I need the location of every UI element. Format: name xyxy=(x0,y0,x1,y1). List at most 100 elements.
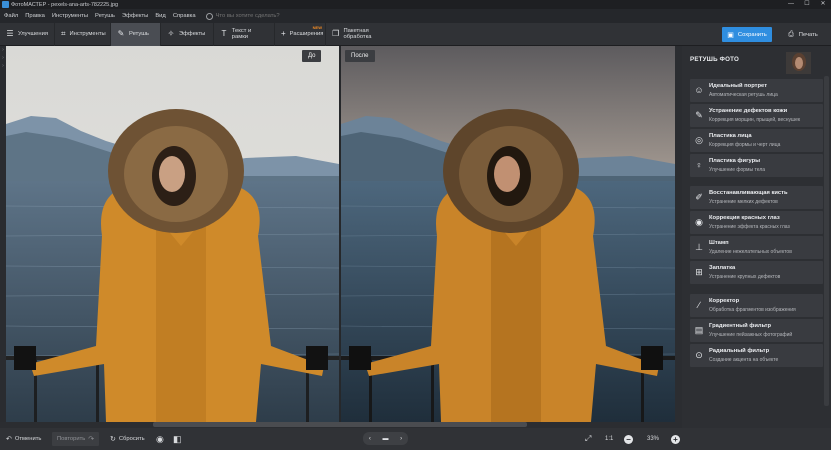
tab-tools[interactable]: ⌗ Инструменты xyxy=(55,22,111,46)
tab-batch-processing[interactable]: ❐ Пакетная обработка xyxy=(326,23,401,46)
tool-name: Идеальный портрет xyxy=(709,83,768,89)
close-button[interactable]: ✕ xyxy=(815,0,831,9)
printer-icon: ⎙ xyxy=(788,30,794,38)
tool-name: Радиальный фильтр xyxy=(709,348,770,354)
title-bar: ФотоМАСТЕР - pexels-ana-arts-782225.jpg … xyxy=(0,0,831,9)
zoom-in-button[interactable]: + xyxy=(671,434,680,444)
menu-effects[interactable]: Эффекты xyxy=(122,13,148,19)
tool-skin-defects[interactable]: ✎ Устранение дефектов кожи Коррекция мор… xyxy=(690,104,823,127)
tool-ideal-portrait[interactable]: ☺ Идеальный портрет Автоматическая ретуш… xyxy=(690,79,823,102)
zoom-control: − 33% + xyxy=(624,432,680,446)
radial-icon: ⊙ xyxy=(695,350,703,360)
print-label: Печать xyxy=(798,31,818,38)
menu-help[interactable]: Справка xyxy=(173,13,196,19)
crop-icon: ⌗ xyxy=(61,29,66,38)
tool-red-eye[interactable]: ◉ Коррекция красных глаз Устранение эффе… xyxy=(690,211,823,234)
menu-view[interactable]: Вид xyxy=(155,13,166,19)
tab-label: Текст и рамки xyxy=(231,28,252,40)
before-label: До xyxy=(302,50,322,62)
menu-file[interactable]: Файл xyxy=(4,13,18,19)
fit-screen-button[interactable]: ⤢ xyxy=(585,432,591,446)
toggle-preview-button[interactable]: ◉ xyxy=(156,432,167,446)
patch-icon: ⊞ xyxy=(695,267,703,277)
tool-description: Обработка фрагментов изображения xyxy=(709,306,796,313)
tool-radial-filter[interactable]: ⊙ Радиальный фильтр Создание акцента на … xyxy=(690,344,823,367)
tool-name: Пластика лица xyxy=(709,133,752,139)
tool-name: Градиентный фильтр xyxy=(709,323,772,329)
reset-label: Сбросить xyxy=(118,436,145,442)
horizontal-scrollbar[interactable] xyxy=(153,422,527,427)
tool-gradient-filter[interactable]: ▤ Градиентный фильтр Улучшение пейзажных… xyxy=(690,319,823,342)
tool-description: Удаление нежелательных объектов xyxy=(709,248,792,255)
tab-effects[interactable]: ✧ Эффекты xyxy=(161,22,214,46)
undo-button[interactable]: ↶ Отменить xyxy=(6,432,41,446)
sparkle-icon: ✧ xyxy=(167,29,175,38)
eye-icon: ◉ xyxy=(156,433,164,444)
tab-label: Расширения xyxy=(289,31,324,37)
tool-description: Автоматическая ретушь лица xyxy=(709,91,778,98)
minimize-button[interactable]: — xyxy=(783,0,799,9)
tool-description: Улучшение формы тела xyxy=(709,166,766,173)
search-input[interactable] xyxy=(215,13,306,19)
stack-icon: ❐ xyxy=(332,29,340,38)
brush-icon: ✎ xyxy=(117,29,125,38)
tab-text-frames[interactable]: T Текст и рамки xyxy=(214,22,275,46)
panel-title: РЕТУШЬ ФОТО xyxy=(690,56,739,63)
tool-description: Улучшение пейзажных фотографий xyxy=(709,331,793,338)
compare-button[interactable]: ◧ xyxy=(173,432,185,446)
before-photo xyxy=(6,46,339,422)
face-icon: ☺ xyxy=(694,85,704,95)
tool-stamp[interactable]: ⊥ Штамп Удаление нежелательных объектов xyxy=(690,236,823,259)
menu-edit[interactable]: Правка xyxy=(25,13,45,19)
tab-label: Улучшения xyxy=(17,31,48,37)
save-label: Сохранить xyxy=(737,31,767,38)
text-icon: T xyxy=(221,29,227,38)
panel-scrollbar[interactable] xyxy=(824,76,829,406)
redo-button[interactable]: Повторить ↷ xyxy=(52,432,100,446)
print-button[interactable]: ⎙ Печать xyxy=(778,27,828,42)
image-navigation: ‹ ▬ › xyxy=(363,432,408,445)
actual-size-button[interactable]: 1:1 xyxy=(605,432,613,446)
menu-tools[interactable]: Инструменты xyxy=(52,13,88,19)
tab-label: Эффекты xyxy=(179,31,206,37)
reset-button[interactable]: ↻ Сбросить xyxy=(110,432,145,446)
tab-retouch[interactable]: ✎ Ретушь xyxy=(111,22,161,46)
plus-icon: + xyxy=(281,29,286,38)
next-image-icon[interactable]: › xyxy=(400,436,402,442)
panel-header: РЕТУШЬ ФОТО xyxy=(682,46,831,76)
redo-icon: ↷ xyxy=(88,436,95,443)
tab-extensions[interactable]: + Расширения NEW xyxy=(275,22,326,46)
sliders-icon: ☰ xyxy=(6,29,14,38)
search-icon xyxy=(205,12,213,20)
floppy-icon: ▣ xyxy=(727,31,734,39)
tool-description: Устранение мелких дефектов xyxy=(709,198,778,205)
tool-patch[interactable]: ⊞ Заплатка Устранение крупных дефектов xyxy=(690,261,823,284)
eye-icon: ◉ xyxy=(695,217,703,227)
split-view-icon: ◧ xyxy=(173,433,182,444)
tab-label: Ретушь xyxy=(129,31,149,37)
window-title: ФотоМАСТЕР - pexels-ana-arts-782225.jpg xyxy=(11,1,119,8)
tool-name: Устранение дефектов кожи xyxy=(709,108,788,114)
folder-icon[interactable]: ▬ xyxy=(382,436,388,442)
tool-healing-brush[interactable]: ✐ Восстанавливающая кисть Устранение мел… xyxy=(690,186,823,209)
image-canvas[interactable]: До После xyxy=(6,46,675,422)
tool-description: Устранение эффекта красных глаз xyxy=(709,223,790,230)
tool-name: Штамп xyxy=(709,240,729,246)
save-button[interactable]: ▣ Сохранить xyxy=(722,27,772,42)
command-search xyxy=(205,12,306,20)
panel-header-portrait-icon xyxy=(766,52,811,74)
prev-image-icon[interactable]: ‹ xyxy=(369,436,371,442)
tool-corrector[interactable]: ∕ Корректор Обработка фрагментов изображ… xyxy=(690,294,823,317)
tool-figure-plastic[interactable]: ♀ Пластика фигуры Улучшение формы тела xyxy=(690,154,823,177)
tool-description: Создание акцента на объекте xyxy=(709,356,779,363)
zoom-out-button[interactable]: − xyxy=(624,434,633,444)
stamp-icon: ⊥ xyxy=(695,242,703,252)
maximize-button[interactable]: ☐ xyxy=(799,0,815,9)
tool-description: Устранение крупных дефектов xyxy=(709,273,781,280)
tool-description: Коррекция морщин, прыщей, веснушек xyxy=(709,116,801,123)
menu-retouch[interactable]: Ретушь xyxy=(95,13,115,19)
app-logo-icon xyxy=(2,1,9,8)
tab-enhancements[interactable]: ☰ Улучшения xyxy=(0,22,55,46)
tool-face-plastic[interactable]: ◎ Пластика лица Коррекция формы и черт л… xyxy=(690,129,823,152)
undo-label: Отменить xyxy=(14,436,42,442)
